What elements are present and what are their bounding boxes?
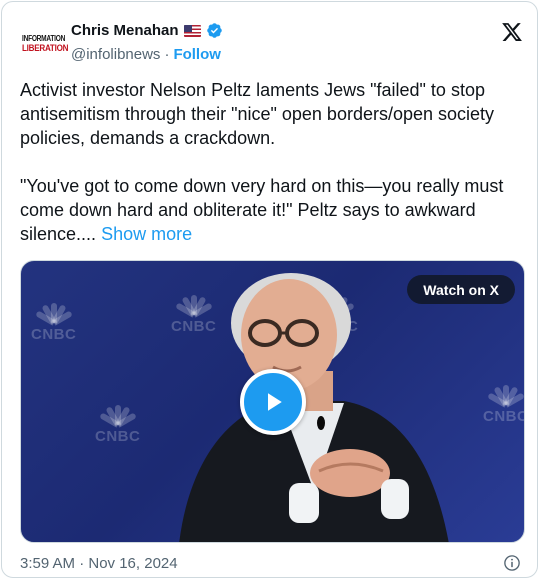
video-frame-speaker: [179, 273, 449, 542]
x-logo-icon[interactable]: [501, 21, 523, 43]
tweet-text: Activist investor Nelson Peltz laments J…: [20, 78, 522, 246]
timestamp-link[interactable]: 3:59 AM · Nov 16, 2024: [20, 555, 178, 572]
tweet-card: INFORMATION LIBERATION Chris Menahan @in…: [1, 1, 538, 578]
watch-on-x-button[interactable]: Watch on X: [407, 275, 515, 304]
author-handle[interactable]: @infolibnews: [71, 46, 160, 63]
peacock-icon: [98, 401, 137, 428]
tweet-body: Activist investor Nelson Peltz laments J…: [20, 80, 504, 244]
info-icon[interactable]: [503, 554, 521, 572]
tweet-header: INFORMATION LIBERATION Chris Menahan @in…: [20, 18, 525, 68]
show-more-link[interactable]: Show more: [101, 224, 192, 244]
separator-dot: ·: [164, 46, 170, 63]
verified-badge-icon: [206, 23, 222, 38]
play-button[interactable]: [240, 369, 306, 435]
author-handle-row: @infolibnews · Follow: [71, 46, 221, 63]
tweet-footer: 3:59 AM · Nov 16, 2024: [20, 552, 525, 574]
avatar[interactable]: INFORMATION LIBERATION: [22, 32, 69, 56]
backdrop-logo-text: CNBC: [95, 428, 141, 445]
author-name-row: Chris Menahan: [71, 22, 223, 39]
author-name[interactable]: Chris Menahan: [71, 22, 179, 39]
avatar-logo-line1: INFORMATION: [22, 34, 66, 43]
backdrop-logo-text: CNBC: [31, 326, 77, 343]
avatar-logo-line2: LIBERATION: [22, 43, 69, 53]
video-player[interactable]: CNBC CNBC CNBC CNBC CNBC: [20, 260, 525, 543]
peacock-icon: [486, 381, 524, 408]
peacock-icon: [34, 299, 73, 326]
backdrop-cnbc-logo: CNBC: [31, 299, 76, 343]
us-flag-icon: [183, 24, 201, 37]
follow-button[interactable]: Follow: [173, 46, 221, 63]
backdrop-cnbc-logo: CNBC: [95, 401, 140, 445]
play-icon: [268, 393, 282, 411]
backdrop-logo-text: CNBC: [483, 408, 525, 425]
backdrop-cnbc-logo: CNBC: [483, 381, 525, 425]
